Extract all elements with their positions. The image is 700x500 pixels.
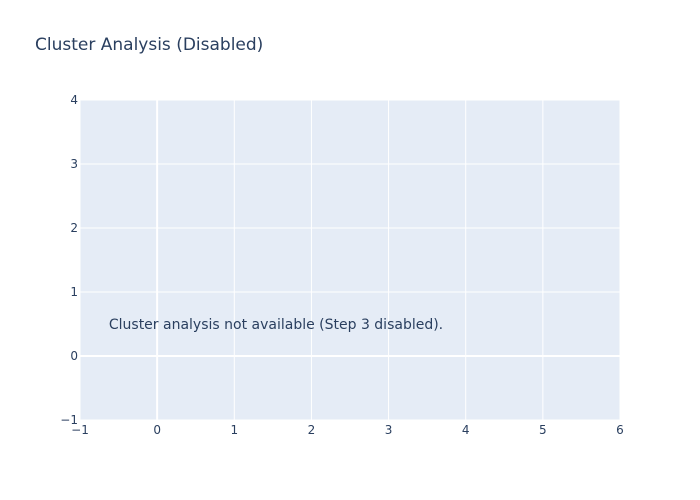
plot-area <box>80 100 620 420</box>
y-tick-label: −1 <box>60 413 78 427</box>
x-tick-label: 6 <box>616 423 624 437</box>
y-axis-ticks: −1 0 1 2 3 4 <box>60 93 78 427</box>
x-axis-ticks: −1 0 1 2 3 4 5 6 <box>71 423 624 437</box>
y-tick-label: 1 <box>70 285 78 299</box>
y-tick-label: 3 <box>70 157 78 171</box>
x-tick-label: 0 <box>153 423 161 437</box>
chart-root: Cluster Analysis (Disabled) −1 0 1 2 3 4 5 6 −1… <box>0 0 700 500</box>
y-tick-label: 0 <box>70 349 78 363</box>
x-tick-label: 3 <box>385 423 393 437</box>
y-tick-label: 4 <box>70 93 78 107</box>
y-tick-label: 2 <box>70 221 78 235</box>
x-tick-label: 2 <box>308 423 316 437</box>
chart-annotation: Cluster analysis not available (Step 3 d… <box>109 317 443 333</box>
x-tick-label: 5 <box>539 423 547 437</box>
chart-title: Cluster Analysis (Disabled) <box>35 35 263 55</box>
x-tick-label: 1 <box>230 423 238 437</box>
x-tick-label: 4 <box>462 423 470 437</box>
cluster-chart: Cluster Analysis (Disabled) −1 0 1 2 3 4 5 6 −1… <box>35 35 624 437</box>
